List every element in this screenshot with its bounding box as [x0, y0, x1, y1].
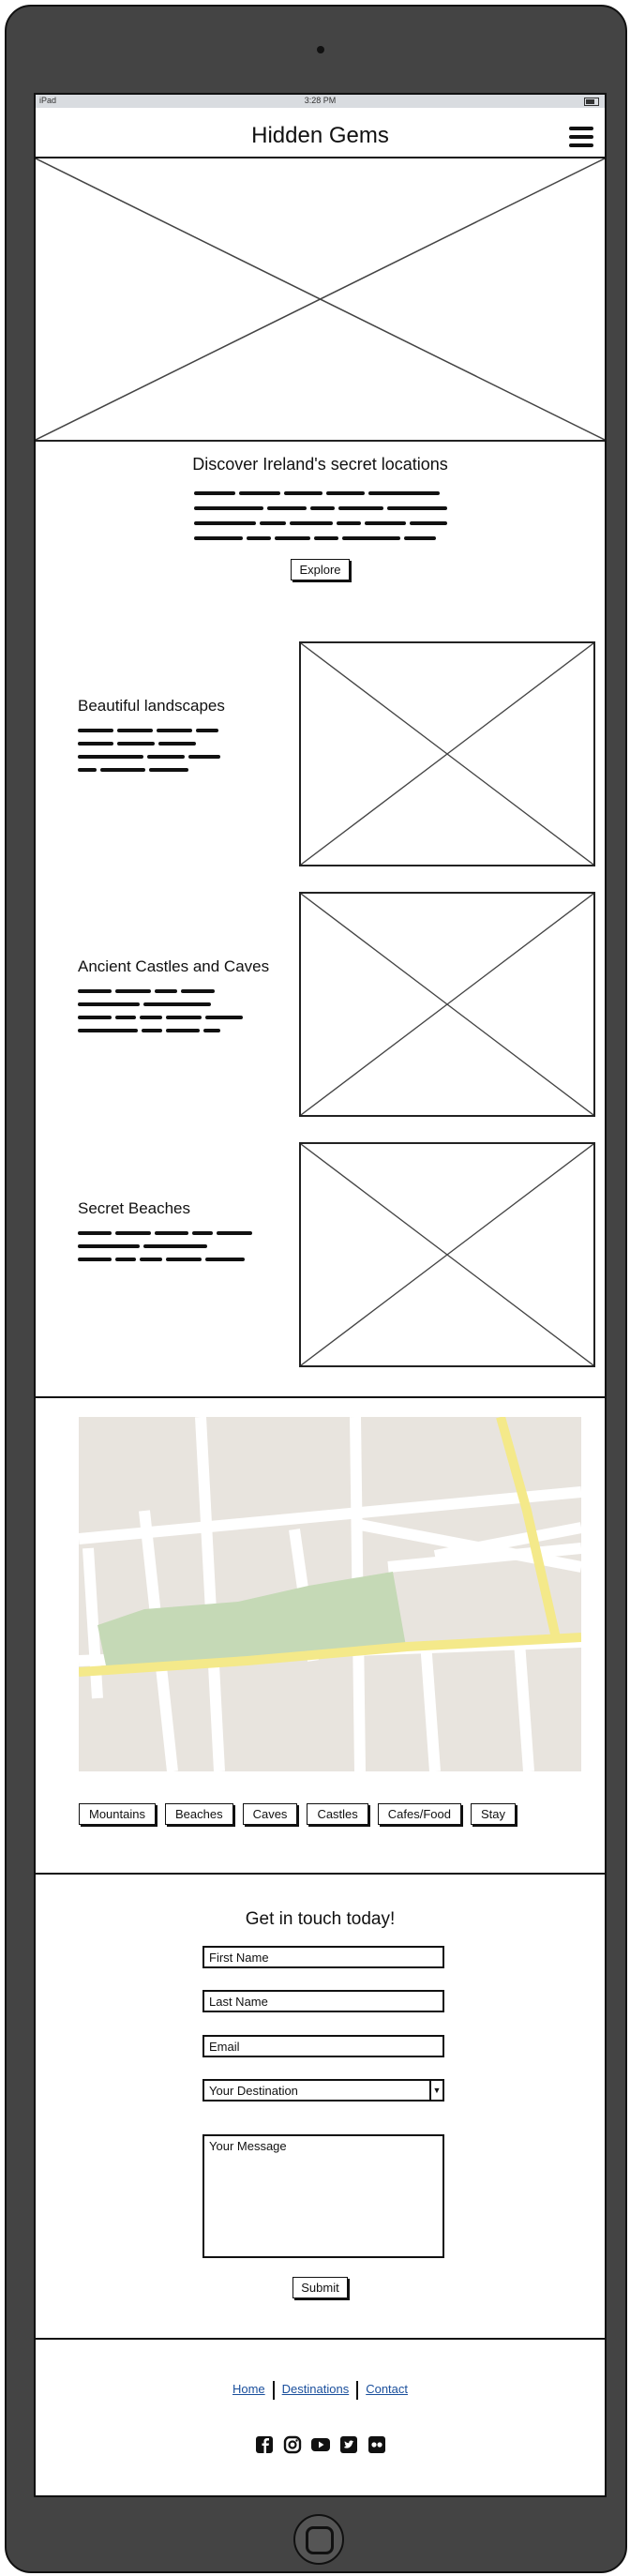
footer-link-contact[interactable]: Contact [358, 2382, 415, 2396]
feature-castles: Ancient Castles and Caves [78, 957, 275, 1047]
facebook-icon[interactable] [254, 2434, 275, 2455]
footer-link-destinations[interactable]: Destinations [275, 2382, 357, 2396]
feature-title: Ancient Castles and Caves [78, 957, 270, 975]
social-links [36, 2434, 605, 2455]
feature-placeholder-text [78, 989, 243, 1032]
footer-link-home[interactable]: Home [225, 2382, 273, 2396]
filter-castles[interactable]: Castles [307, 1803, 368, 1825]
screen: iPad 3:28 PM Hidden Gems Discover Irelan… [34, 93, 607, 2497]
hamburger-icon[interactable] [569, 127, 593, 147]
feature-image-placeholder [299, 641, 595, 866]
site-title[interactable]: Hidden Gems [36, 123, 605, 149]
feature-image-placeholder [299, 892, 595, 1117]
map-view[interactable] [79, 1417, 581, 1771]
section-divider [36, 2338, 605, 2340]
footer-nav: Home Destinations Contact [36, 2381, 605, 2400]
chevron-down-icon[interactable]: ▼ [429, 2079, 444, 2101]
status-bar: iPad 3:28 PM [36, 95, 605, 108]
email-field[interactable]: Email [202, 2035, 444, 2057]
tablet-frame: iPad 3:28 PM Hidden Gems Discover Irelan… [5, 5, 627, 2573]
filter-stay[interactable]: Stay [471, 1803, 517, 1825]
section-divider [36, 1873, 605, 1875]
intro-placeholder-text [193, 491, 447, 540]
feature-placeholder-text [78, 729, 220, 772]
feature-title: Secret Beaches [78, 1199, 191, 1217]
contact-title: Get in touch today! [245, 1909, 396, 1929]
feature-landscapes: Beautiful landscapes [78, 697, 247, 786]
home-button[interactable] [293, 2514, 344, 2565]
destination-select[interactable]: Your Destination ▼ [202, 2079, 444, 2101]
battery-icon [584, 98, 599, 106]
feature-image-placeholder [299, 1142, 595, 1367]
section-divider [36, 1396, 605, 1398]
last-name-field[interactable]: Last Name [202, 1990, 444, 2012]
youtube-icon[interactable] [310, 2434, 331, 2455]
filter-caves[interactable]: Caves [242, 1803, 298, 1825]
filter-mountains[interactable]: Mountains [79, 1803, 156, 1825]
feature-beaches: Secret Beaches [78, 1199, 265, 1275]
destination-select-value: Your Destination [209, 2084, 298, 2098]
top-nav: Hidden Gems [36, 108, 605, 158]
message-textarea[interactable]: Your Message [202, 2134, 444, 2258]
feature-title: Beautiful landscapes [78, 697, 225, 715]
flickr-icon[interactable] [367, 2434, 387, 2455]
camera-dot [317, 46, 324, 53]
feature-placeholder-text [78, 1231, 252, 1261]
clock: 3:28 PM [304, 96, 337, 105]
explore-button[interactable]: Explore [291, 559, 350, 580]
intro-section: Discover Ireland's secret locations Expl… [36, 442, 605, 580]
filter-beaches[interactable]: Beaches [164, 1803, 233, 1825]
intro-title: Discover Ireland's secret locations [192, 455, 448, 474]
submit-button[interactable]: Submit [292, 2277, 348, 2298]
map-filter-chips: Mountains Beaches Caves Castles Cafes/Fo… [79, 1803, 517, 1825]
instagram-icon[interactable] [282, 2434, 303, 2455]
first-name-field[interactable]: First Name [202, 1946, 444, 1968]
filter-cafes-food[interactable]: Cafes/Food [377, 1803, 461, 1825]
hero-image-placeholder [36, 158, 605, 442]
twitter-icon[interactable] [338, 2434, 359, 2455]
